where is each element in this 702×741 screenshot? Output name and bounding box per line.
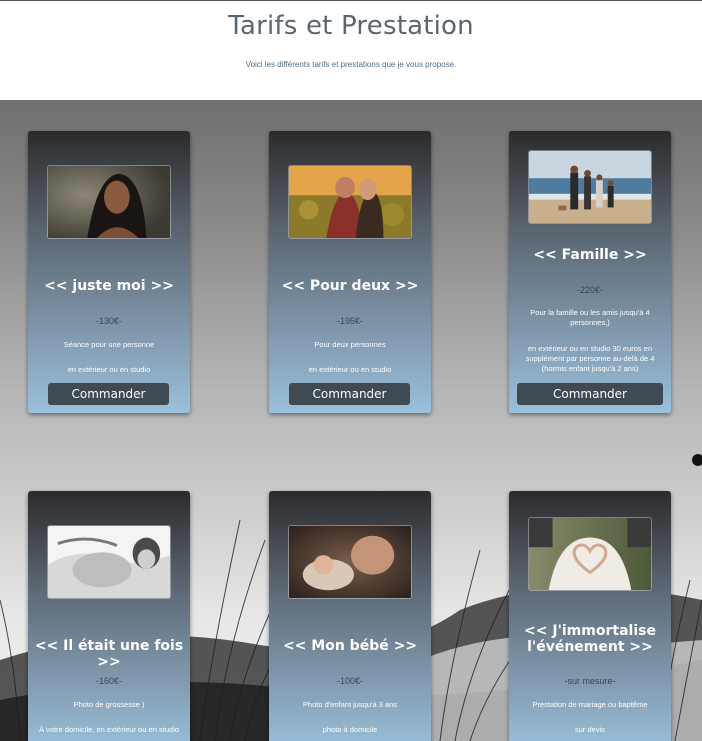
card-description-1: Photo de grossesse ) xyxy=(73,700,145,709)
card-price: -220€- xyxy=(576,285,603,295)
order-button[interactable]: Commander xyxy=(517,383,663,405)
pricing-card-famille: << Famille >> -220€- Pour la famille ou … xyxy=(509,131,671,413)
card-description-2: en extérieur ou en studio xyxy=(67,365,151,374)
card-description-1: Pour deux personnes xyxy=(314,340,386,349)
wedding-heart-photo xyxy=(528,517,652,591)
pricing-card-pour-deux: << Pour deux >> -195€- Pour deux personn… xyxy=(269,131,431,413)
card-title: << juste moi >> xyxy=(44,278,174,294)
page-subtitle: Voici les différents tarifs et prestatio… xyxy=(245,60,457,69)
card-title: << Famille >> xyxy=(533,247,647,263)
pricing-card-juste-moi: << juste moi >> -130€- Séance pour une p… xyxy=(28,131,190,413)
card-title: << J'immortalise l'événement >> xyxy=(524,623,656,655)
card-price: -195€- xyxy=(336,316,363,326)
pricing-card-j-immortalise: << J'immortalise l'événement >> -sur mes… xyxy=(509,491,671,741)
card-price: -160€- xyxy=(95,676,122,686)
card-description-2: en extérieur ou en studio xyxy=(308,365,392,374)
card-description-2: À votre domicile, en extérieur ou en stu… xyxy=(38,725,180,734)
card-title: << Il était une fois >> xyxy=(34,638,184,670)
card-description-1: Pour la famille ou les amis jusqu'à 4 pe… xyxy=(530,308,650,327)
couple-photo xyxy=(288,165,412,239)
pricing-card-il-etait-une-fois: << Il était une fois >> -160€- Photo de … xyxy=(28,491,190,741)
page-title: Tarifs et Prestation xyxy=(228,11,474,41)
card-description-1: Séance pour une personne xyxy=(63,340,155,349)
card-description-2: en extérieur ou en studio 30 euros en su… xyxy=(525,344,655,373)
card-price: -130€- xyxy=(95,316,122,326)
card-price: -sur mesure- xyxy=(564,676,616,686)
card-description-1: Photo d'enfant jusqu'à 3 ans xyxy=(302,700,398,709)
order-button[interactable]: Commander xyxy=(289,383,410,405)
card-description-1: Prestation de mariage ou baptême xyxy=(532,700,648,709)
baby-photo xyxy=(288,525,412,599)
pricing-card-mon-bebe: << Mon bébé >> -100€- Photo d'enfant jus… xyxy=(269,491,431,741)
pregnancy-photo xyxy=(47,525,171,599)
card-title: << Pour deux >> xyxy=(281,278,419,294)
card-price: -100€- xyxy=(336,676,363,686)
card-description-2: sur devis xyxy=(574,725,605,734)
portrait-photo xyxy=(47,165,171,239)
page-header: Tarifs et Prestation Voici les différent… xyxy=(0,1,702,100)
family-beach-photo xyxy=(528,150,652,224)
card-title: << Mon bébé >> xyxy=(282,638,418,654)
card-description-2: photo à domicile xyxy=(322,725,378,734)
order-button[interactable]: Commander xyxy=(48,383,169,405)
